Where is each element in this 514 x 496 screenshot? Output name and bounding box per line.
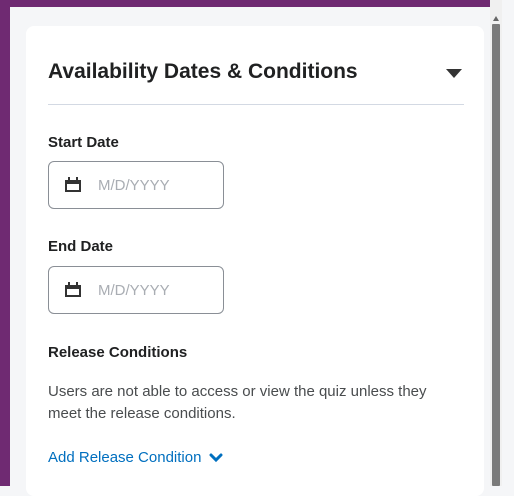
panel-header[interactable]: Availability Dates & Conditions [48,48,464,105]
panel-title: Availability Dates & Conditions [48,60,358,83]
start-date-input[interactable]: M/D/YYYY [48,161,224,209]
start-date-placeholder: M/D/YYYY [98,176,170,194]
end-date-label: End Date [48,238,114,255]
calendar-icon [65,282,81,297]
window-frame-top [0,0,490,7]
scroll-up-arrow-icon[interactable] [493,16,499,21]
end-date-placeholder: M/D/YYYY [98,281,170,299]
add-release-condition-button[interactable]: Add Release Condition [48,449,223,466]
calendar-icon [65,177,81,192]
release-conditions-title: Release Conditions [48,344,188,361]
availability-panel: Availability Dates & Conditions Start Da… [26,26,484,496]
scrollbar[interactable] [490,0,502,486]
caret-down-icon[interactable] [446,68,462,78]
window-frame-left [0,0,10,486]
chevron-down-icon [209,453,223,462]
end-date-input[interactable]: M/D/YYYY [48,266,224,314]
scroll-thumb[interactable] [492,24,500,486]
release-conditions-description: Users are not able to access or view the… [48,383,427,422]
add-release-condition-label: Add Release Condition [48,449,202,466]
start-date-label: Start Date [48,134,119,151]
